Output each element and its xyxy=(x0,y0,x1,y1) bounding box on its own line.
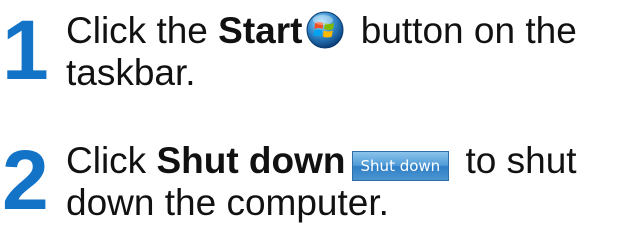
step-number: 1 xyxy=(2,3,49,97)
shut-down-label: Shut down xyxy=(156,140,346,181)
step-number: 2 xyxy=(2,133,49,227)
start-label: Start xyxy=(218,10,303,51)
step-instruction: Click the Start button on the taskbar. xyxy=(66,10,606,94)
windows-start-orb-icon xyxy=(306,11,344,49)
instruction-text: Click xyxy=(66,140,157,181)
step-instruction: Click Shut down Shut down to shut down th… xyxy=(66,140,606,224)
instruction-text: Click the xyxy=(66,10,219,51)
shut-down-button[interactable]: Shut down xyxy=(351,151,450,181)
